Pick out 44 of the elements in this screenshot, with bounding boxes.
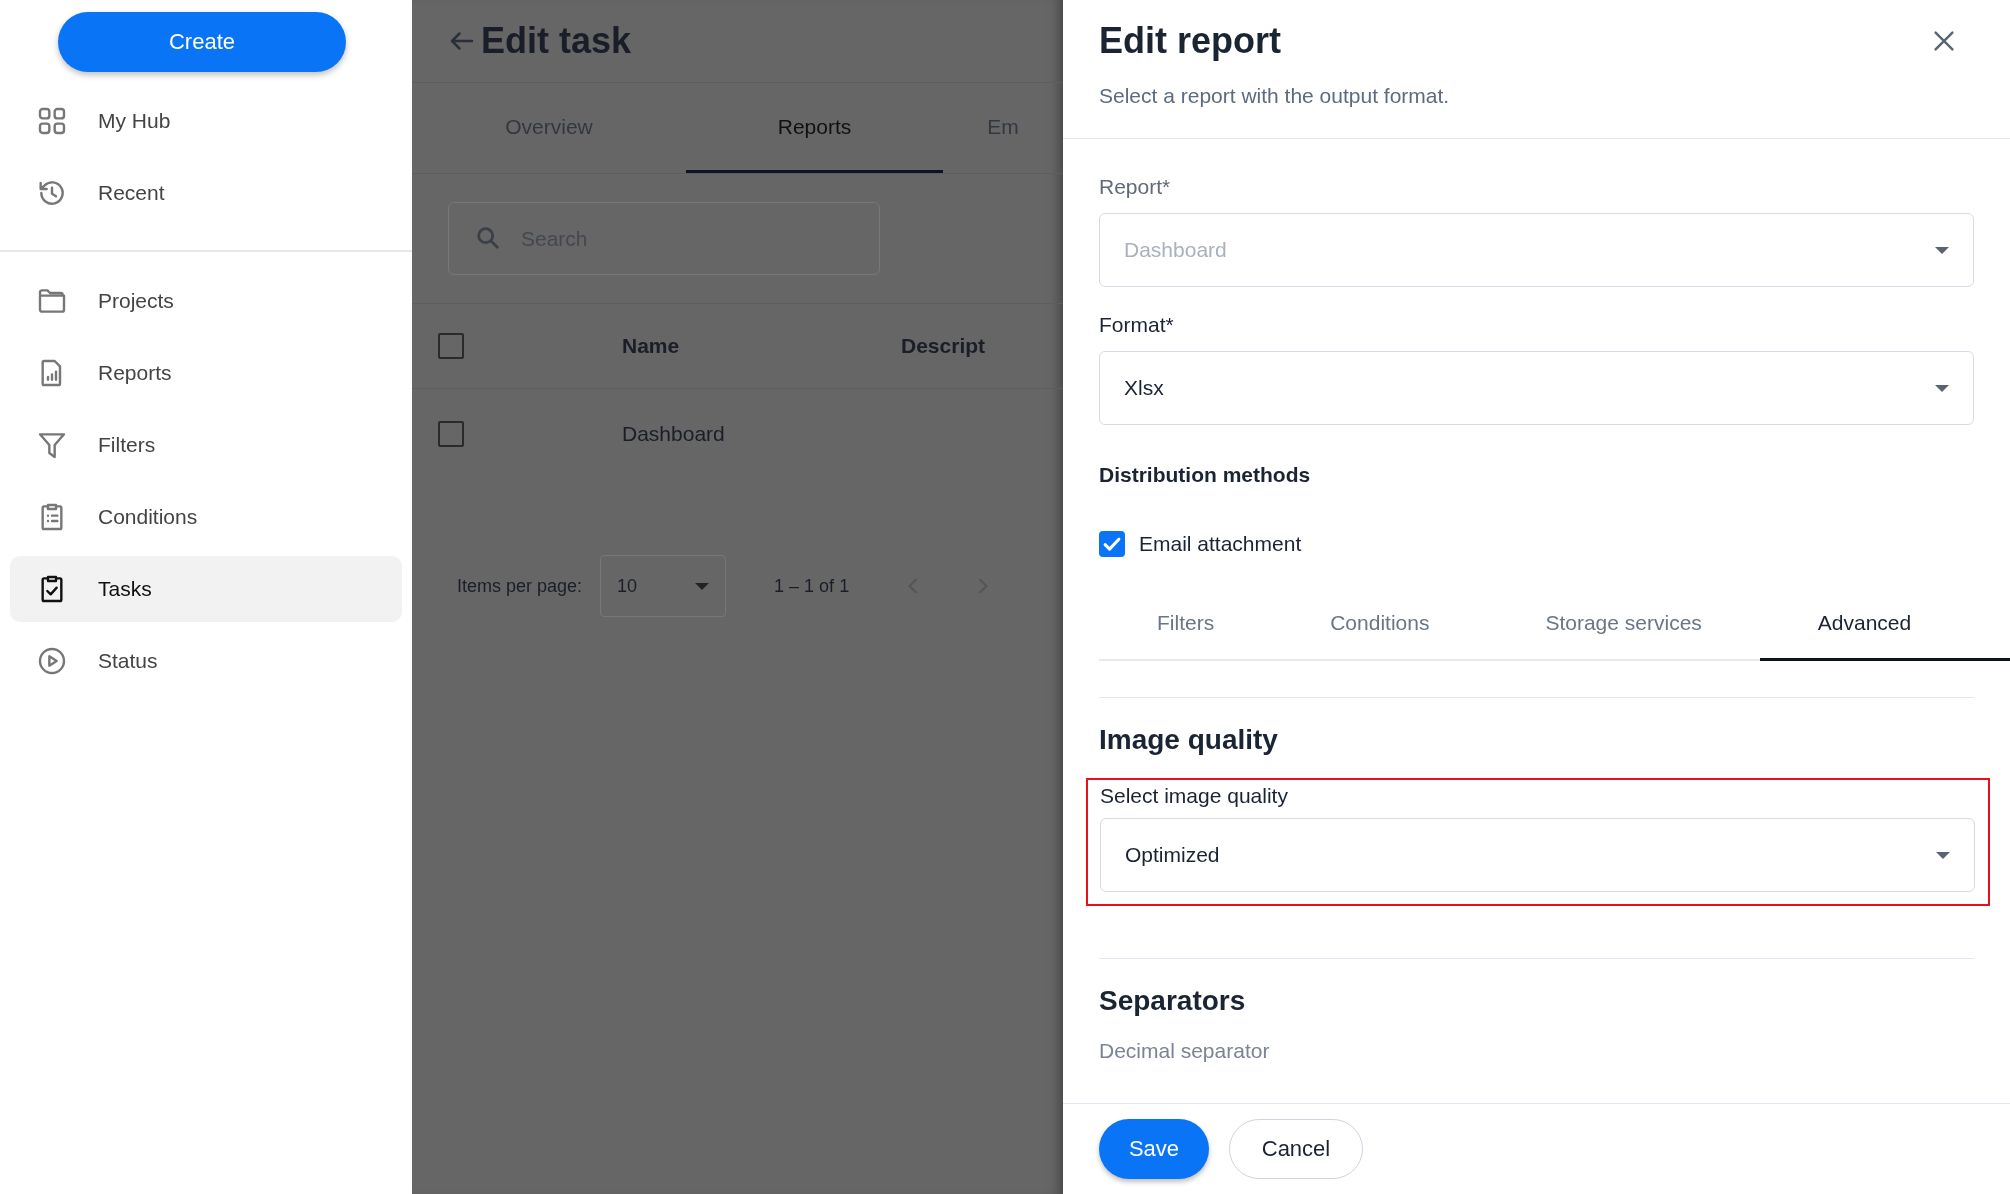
page-range: 1 – 1 of 1 <box>774 575 850 597</box>
checkbox[interactable] <box>438 333 464 359</box>
table-cell: Dashboard <box>622 422 725 446</box>
section-heading: Image quality <box>1099 724 1279 756</box>
caret-icon <box>695 582 710 590</box>
items-per-page-label: Items per page: <box>457 575 583 597</box>
play-circle-icon <box>36 645 68 677</box>
field-label: Select image quality <box>1100 784 1289 808</box>
sidebar-item[interactable]: Filters <box>10 412 402 478</box>
sidebar-item[interactable]: Recent <box>10 160 402 226</box>
tab[interactable]: Filters <box>1099 587 1273 661</box>
column-header: Name <box>622 334 681 358</box>
page-title: Edit task <box>481 20 632 62</box>
save-button[interactable]: Save <box>1099 1119 1209 1179</box>
field-label: Decimal separator <box>1099 1039 1271 1063</box>
section-heading: Distribution methods <box>1099 463 1312 487</box>
select-field[interactable]: Xlsx <box>1099 351 1974 425</box>
caret-icon <box>1936 851 1950 859</box>
sidebar-item[interactable]: Projects <box>10 268 402 334</box>
sidebar-item[interactable]: Reports <box>10 340 402 406</box>
checkbox-label: Email attachment <box>1139 532 1302 556</box>
tab[interactable]: Conditions <box>1272 587 1488 661</box>
create-button[interactable]: Create <box>58 12 346 72</box>
cancel-button[interactable]: Cancel <box>1229 1119 1363 1179</box>
column-header: Descript <box>901 334 986 358</box>
sidebar-item[interactable]: Status <box>10 628 402 694</box>
close-icon[interactable] <box>1932 29 1956 53</box>
sidebar-item[interactable]: Tasks <box>10 556 402 622</box>
checkbox[interactable] <box>1099 531 1125 557</box>
field-label: Report* <box>1099 175 1172 199</box>
tab[interactable]: Advanced <box>1759 587 2010 661</box>
caret-icon <box>1935 246 1949 254</box>
tab[interactable]: Storage services <box>1487 587 1760 661</box>
section-heading: Separators <box>1099 985 1247 1017</box>
dialog-subtitle: Select a report with the output format. <box>1099 84 1451 108</box>
search-icon <box>474 224 502 252</box>
caret-icon <box>1935 384 1949 392</box>
grid-icon <box>36 105 68 137</box>
dialog-title: Edit report <box>1099 20 1281 62</box>
select-field[interactable]: Optimized <box>1100 818 1975 892</box>
checkbox[interactable] <box>438 421 464 447</box>
sidebar-item[interactable]: My Hub <box>10 88 402 154</box>
field-label: Format* <box>1099 313 1175 337</box>
sidebar-item[interactable]: Conditions <box>10 484 402 550</box>
